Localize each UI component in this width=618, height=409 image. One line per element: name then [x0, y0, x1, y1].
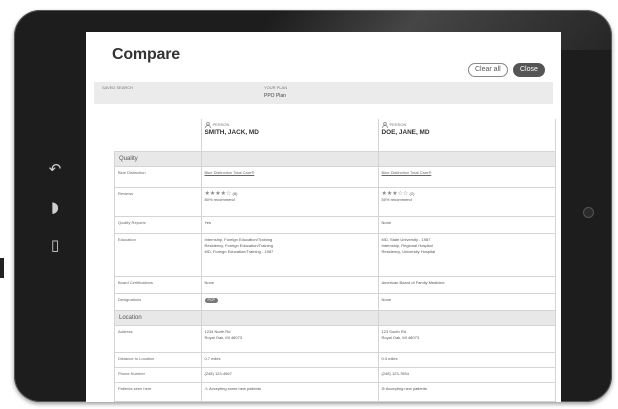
star-rating: ★★★★☆ [204, 190, 232, 197]
compare-header: Compare Clear all Close [86, 32, 561, 80]
row-label: Education [114, 233, 202, 277]
row-label: Designations [114, 293, 202, 311]
plan-bar: SAVED SEARCH YOUR PLAN PPO Plan [94, 82, 553, 104]
row-label: Address [114, 325, 202, 353]
compare-table: PERSON SMITH, JACK, MD PERSON DOE, JANE,… [114, 119, 556, 402]
table-row: Blue Distinction Blue Distinction Total … [114, 166, 556, 188]
plan-label: YOUR PLAN [264, 85, 288, 90]
saved-search-label: SAVED SEARCH [102, 85, 134, 90]
table-row: Reviews ★★★★☆ (8) 80% recommend ★★★☆☆ (2… [114, 187, 556, 217]
recommend-text: 80% recommend [204, 197, 235, 202]
home-icon[interactable]: ◗ [40, 198, 70, 216]
back-icon[interactable]: ↶ [40, 160, 70, 178]
row-label: Patients seen here [114, 382, 202, 402]
provider-name[interactable]: DOE, JANE, MD [382, 129, 552, 136]
address-line: Royal Oak, MI 48073 [381, 335, 420, 340]
person-icon [381, 122, 388, 128]
education-line: Residency, University Hospital [381, 249, 436, 254]
row-label: Blue Distinction [114, 166, 202, 188]
blue-distinction-link[interactable]: Blue Distinction Total Care® [205, 170, 255, 175]
provider-header-2: PERSON DOE, JANE, MD [377, 119, 556, 152]
provider-header-1: PERSON SMITH, JACK, MD [200, 119, 379, 152]
row-label: Quality Reports [114, 216, 202, 234]
recommend-text: 50% recommend [381, 197, 412, 202]
review-count[interactable]: (2) [410, 191, 415, 196]
provider-type: PERSON [212, 122, 230, 127]
tablet-frame: ↶ ◗ ▯ Compare Clear all Close SAVED SEAR… [14, 10, 612, 402]
row-label: Reviews [114, 187, 202, 217]
row-label: Distance to Location [114, 352, 202, 368]
section-quality: Quality [114, 151, 556, 167]
cell-value: None [377, 216, 556, 234]
cell-value: None [200, 276, 379, 294]
provider-header-row: PERSON SMITH, JACK, MD PERSON DOE, JANE,… [114, 119, 556, 152]
provider-name[interactable]: SMITH, JACK, MD [205, 129, 375, 136]
pcp-badge: PCP [204, 298, 218, 303]
row-label: Phone Number [114, 367, 202, 383]
star-rating: ★★★☆☆ [381, 190, 409, 197]
cell-value: None [377, 293, 556, 311]
person-icon [204, 122, 211, 128]
header-blank-cell [114, 119, 202, 152]
blue-distinction-link[interactable]: Blue Distinction Total Care® [382, 170, 432, 175]
table-row: Quality Reports Yes None [114, 216, 556, 234]
page-title: Compare [112, 46, 180, 63]
cell-value: Yes [200, 216, 379, 234]
table-row: Education Internship, Foreign Education/… [114, 233, 556, 277]
section-title: Location [114, 310, 202, 326]
table-row: Designations PCP None [114, 293, 556, 311]
table-row: Phone Number (248) 123-4567 (248) 123-76… [114, 367, 556, 383]
cell-value: American Board of Family Medicine [377, 276, 556, 294]
clear-all-button[interactable]: Clear all [468, 63, 508, 77]
review-count[interactable]: (8) [233, 191, 238, 196]
phone-link[interactable]: (248) 123-4567 [200, 367, 379, 383]
cell-value: ⊘ Accepting new patients [377, 382, 556, 402]
compare-screen: Compare Clear all Close SAVED SEARCH YOU… [86, 32, 561, 402]
education-line: MD, Foreign Education/Training - 1987 [204, 249, 274, 254]
device-edge [0, 258, 4, 278]
plan-value: PPO Plan [264, 93, 286, 99]
row-label: Board Certifications [114, 276, 202, 294]
cell-value: 0.7 miles [200, 352, 379, 368]
close-button[interactable]: Close [513, 63, 545, 77]
section-title: Quality [114, 151, 202, 167]
front-camera [583, 207, 594, 218]
section-location: Location [114, 310, 556, 326]
table-row: Distance to Location 0.7 miles 0.4 miles [114, 352, 556, 368]
phone-link[interactable]: (248) 123-7654 [377, 367, 556, 383]
table-row: Address 1234 North Rd Royal Oak, MI 4807… [114, 325, 556, 353]
address-line: Royal Oak, MI 48073 [204, 335, 243, 340]
table-row: Patients seen here ⚠ Accepting some new … [114, 382, 556, 402]
table-row: Board Certifications None American Board… [114, 276, 556, 294]
cell-value: ⚠ Accepting some new patients [200, 382, 379, 402]
recent-apps-icon[interactable]: ▯ [40, 236, 70, 254]
provider-type: PERSON [389, 122, 407, 127]
cell-value: 0.4 miles [377, 352, 556, 368]
